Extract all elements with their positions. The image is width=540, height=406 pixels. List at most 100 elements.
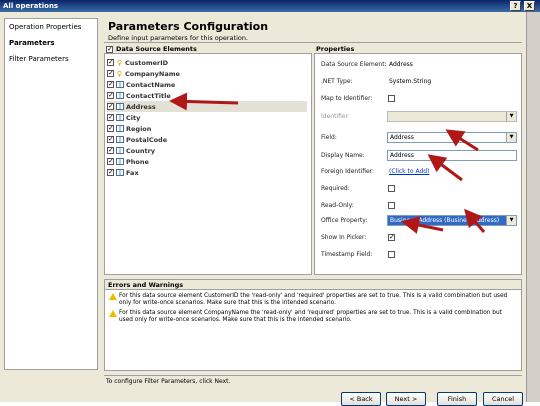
required-label: Required:	[321, 185, 350, 192]
key-icon: ♀	[116, 69, 123, 78]
tree-row-customerid[interactable]: ♀CustomerID	[107, 57, 168, 68]
back-button[interactable]: < Back	[341, 392, 381, 406]
field-dropdown[interactable]: Address ▼	[387, 132, 517, 143]
tree-row-contactname[interactable]: ContactName	[107, 79, 175, 90]
identifier-dropdown[interactable]: ▼	[387, 111, 517, 122]
nav-item-parameters[interactable]: Parameters	[5, 35, 97, 51]
element-label: City	[126, 113, 141, 122]
errors-header: Errors and Warnings	[105, 280, 521, 290]
chevron-down-icon: ▼	[506, 216, 516, 225]
element-label: Country	[126, 146, 156, 155]
show-in-picker-checkbox[interactable]	[388, 233, 395, 241]
read-only-checkbox[interactable]	[388, 202, 395, 209]
read-only-label: Read-Only:	[321, 202, 354, 209]
window-title: All operations	[3, 2, 59, 10]
show-in-picker-label: Show In Picker:	[321, 234, 367, 241]
element-label: PostalCode	[126, 135, 168, 144]
warning-text: For this data source element CompanyName…	[119, 310, 502, 323]
warning-icon	[109, 310, 117, 317]
element-checkbox[interactable]	[107, 146, 114, 154]
tree-row-postalcode[interactable]: PostalCode	[107, 134, 167, 145]
close-button[interactable]: X	[524, 1, 535, 11]
footer-hint: To configure Filter Parameters, click Ne…	[106, 378, 231, 385]
tree-row-address[interactable]: Address	[107, 101, 307, 112]
select-all-checkbox[interactable]	[106, 45, 113, 53]
tree-row-phone[interactable]: Phone	[107, 156, 149, 167]
tree-row-region[interactable]: Region	[107, 123, 151, 134]
field-icon	[116, 136, 124, 143]
map-to-identifier-checkbox[interactable]	[388, 95, 395, 102]
field-icon	[116, 114, 124, 121]
field-icon	[116, 147, 124, 154]
footer-divider	[104, 375, 522, 376]
tree-row-country[interactable]: Country	[107, 145, 155, 156]
element-checkbox[interactable]	[107, 157, 114, 165]
net-type-value: System.String	[389, 78, 432, 85]
chevron-down-icon: ▼	[506, 133, 516, 142]
element-label: CompanyName	[125, 69, 180, 78]
properties-panel: Data Source Element: Address .NET Type: …	[314, 53, 522, 275]
element-checkbox[interactable]	[107, 58, 114, 66]
warning-item: For this data source element CompanyName…	[109, 310, 515, 324]
element-label: ContactName	[126, 80, 176, 89]
dialog-body: Operation Properties Parameters Filter P…	[0, 12, 526, 406]
errors-panel: Errors and Warnings For this data source…	[104, 279, 522, 371]
element-checkbox[interactable]	[107, 80, 114, 88]
tree-row-companyname[interactable]: ♀CompanyName	[107, 68, 180, 79]
nav-item-operation-properties[interactable]: Operation Properties	[5, 19, 97, 35]
next-button[interactable]: Next >	[386, 392, 426, 406]
data-source-element-value: Address	[389, 61, 413, 68]
data-source-header: Data Source Elements	[106, 45, 197, 53]
required-checkbox[interactable]	[388, 185, 395, 192]
display-name-value: Address	[390, 152, 414, 159]
help-button[interactable]: ?	[510, 1, 521, 11]
element-checkbox[interactable]	[107, 113, 114, 121]
field-icon	[116, 169, 124, 176]
element-label: CustomerID	[125, 58, 169, 67]
element-checkbox[interactable]	[107, 168, 114, 176]
title-bar: All operations ? X	[0, 0, 540, 12]
operations-window: All operations ? X Operation Properties …	[0, 0, 540, 406]
data-source-tree: ♀CustomerID ♀CompanyName ContactName Con…	[104, 53, 312, 275]
tree-row-contacttitle[interactable]: ContactTitle	[107, 90, 171, 101]
display-name-input[interactable]: Address	[387, 150, 517, 161]
element-checkbox[interactable]	[107, 69, 114, 77]
map-to-identifier-label: Map to Identifier:	[321, 95, 373, 102]
element-checkbox[interactable]	[107, 124, 114, 132]
properties-header: Properties	[316, 45, 355, 53]
click-to-add-link[interactable]: (Click to Add)	[389, 168, 429, 175]
element-checkbox[interactable]	[107, 102, 114, 110]
tree-row-fax[interactable]: Fax	[107, 167, 139, 178]
data-source-element-label: Data Source Element:	[321, 61, 387, 68]
element-checkbox[interactable]	[107, 91, 114, 99]
office-property-dropdown[interactable]: Business Address (BusinessAddress) ▼	[387, 215, 517, 226]
timestamp-field-checkbox[interactable]	[388, 251, 395, 258]
element-label: Address	[126, 102, 156, 111]
page-title: Parameters Configuration	[108, 20, 269, 33]
display-name-label: Display Name:	[321, 152, 365, 159]
data-source-header-label: Data Source Elements	[116, 45, 197, 53]
office-property-label: Office Property:	[321, 217, 368, 224]
net-type-label: .NET Type:	[321, 78, 353, 85]
finish-button[interactable]: Finish	[437, 392, 477, 406]
office-property-value: Business Address (BusinessAddress)	[390, 217, 500, 224]
chevron-down-icon: ▼	[506, 112, 516, 121]
warning-item: For this data source element CustomerID …	[109, 293, 515, 307]
nav-item-filter-parameters[interactable]: Filter Parameters	[5, 51, 97, 67]
field-label: Field:	[321, 134, 337, 141]
element-label: Fax	[126, 168, 139, 177]
field-icon	[116, 158, 124, 165]
element-label: Region	[126, 124, 152, 133]
field-icon	[116, 81, 124, 88]
key-icon: ♀	[116, 58, 123, 67]
header-divider	[104, 42, 522, 43]
identifier-label: Identifier:	[321, 113, 350, 120]
cancel-button[interactable]: Cancel	[483, 392, 523, 406]
element-checkbox[interactable]	[107, 135, 114, 143]
element-label: Phone	[126, 157, 149, 166]
warning-icon	[109, 293, 117, 300]
field-value: Address	[390, 134, 414, 141]
field-icon	[116, 103, 124, 110]
foreign-identifier-label: Foreign Identifier:	[321, 168, 375, 175]
tree-row-city[interactable]: City	[107, 112, 140, 123]
